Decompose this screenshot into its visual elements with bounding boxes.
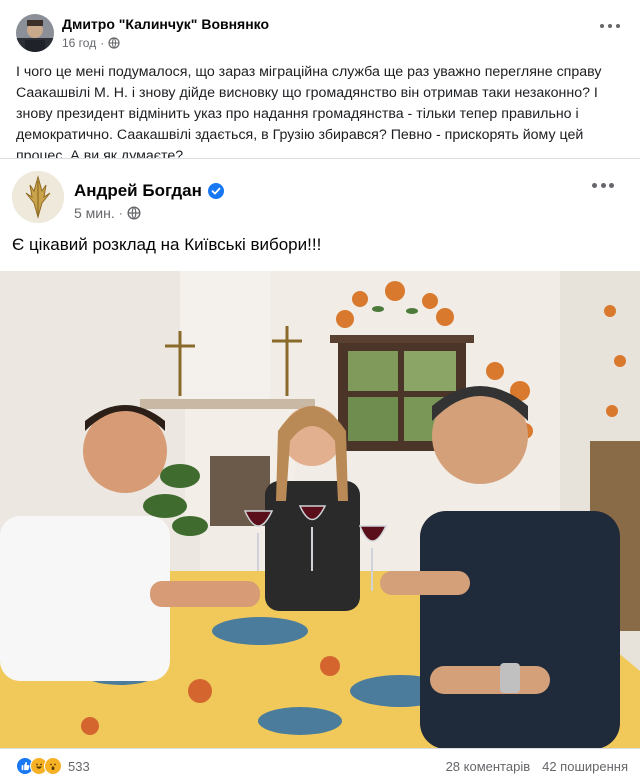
shared-post[interactable]: Андрей Богдан 5 мин. · Є цікавий розклад… <box>0 158 640 749</box>
shared-post-time[interactable]: 5 мин. <box>74 205 115 221</box>
shared-post-text: Є цікавий розклад на Київські вибори!!! <box>12 235 322 254</box>
meta-separator: · <box>100 36 105 50</box>
author-name[interactable]: Дмитро "Калинчук" Вовнянко <box>62 16 269 32</box>
post-footer: 533 28 коментарів 42 поширення <box>0 748 640 783</box>
verified-badge-icon <box>207 183 224 199</box>
post-header: Дмитро "Калинчук" Вовнянко 16 год · <box>16 12 624 56</box>
facebook-post: Дмитро "Калинчук" Вовнянко 16 год · І чо… <box>0 0 640 783</box>
shared-author-name-row: Андрей Богдан <box>74 181 224 201</box>
reaction-icons <box>16 757 62 775</box>
shared-author-avatar[interactable] <box>12 171 64 223</box>
shares-count[interactable]: 42 поширення <box>542 759 628 774</box>
comments-count[interactable]: 28 коментарів <box>446 759 531 774</box>
more-options-icon[interactable] <box>600 20 620 32</box>
author-avatar[interactable] <box>16 14 54 52</box>
shared-author-name[interactable]: Андрей Богдан <box>74 181 202 201</box>
meta-separator: · <box>118 206 123 220</box>
post-time[interactable]: 16 год <box>62 36 96 50</box>
reaction-count[interactable]: 533 <box>68 759 90 774</box>
globe-icon[interactable] <box>108 37 120 49</box>
globe-icon[interactable] <box>127 206 141 220</box>
shared-post-header: Андрей Богдан 5 мин. · <box>12 169 628 225</box>
shared-post-meta: 5 мин. · <box>74 205 141 221</box>
post-photo[interactable] <box>0 271 640 749</box>
post-meta: 16 год · <box>62 36 120 50</box>
post-stats: 28 коментарів 42 поширення <box>446 759 628 774</box>
wow-icon <box>44 757 62 775</box>
post-text: І чого це мені подумалося, що зараз мігр… <box>16 64 602 164</box>
more-options-icon[interactable] <box>592 179 614 191</box>
reactions-summary[interactable]: 533 <box>16 757 90 775</box>
